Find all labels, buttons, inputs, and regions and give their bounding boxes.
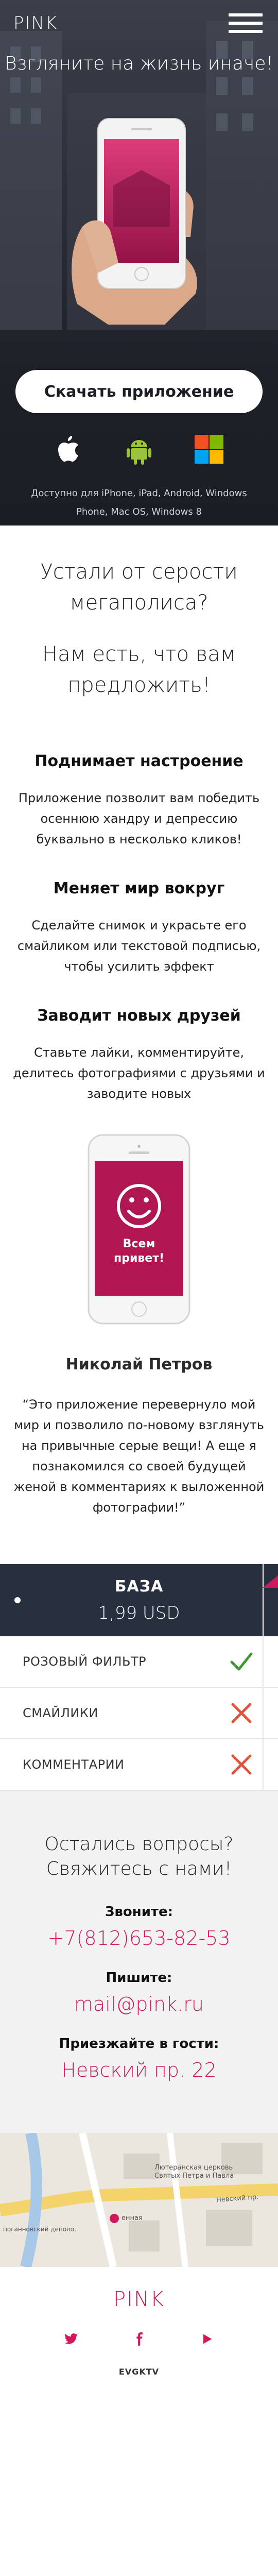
footer-credit[interactable]: EVGKTV — [0, 2367, 278, 2377]
feature-label: СМАЙЛИКИ — [23, 1706, 98, 1720]
hero-title: Взгляните на жизнь иначе! — [5, 53, 273, 74]
map-label-church: Лютеранская церковь Святых Петра и Павла — [154, 2164, 234, 2180]
hero-section: PINK Взгляните на жизнь иначе! Скачать п… — [0, 0, 278, 526]
svg-text:привет!: привет! — [114, 1252, 164, 1265]
facebook-icon[interactable] — [132, 2332, 146, 2346]
contact-phone-link[interactable]: +7(812)653-82-53 — [12, 1927, 266, 1950]
menu-icon[interactable] — [229, 9, 263, 37]
intro-section: Устали от серости мегаполиса? Нам есть, … — [0, 526, 278, 721]
contact-email-link[interactable]: mail@pink.ru — [12, 1993, 266, 2015]
check-icon — [230, 1652, 253, 1671]
youtube-icon[interactable] — [200, 2332, 214, 2346]
feature-label: КОММЕНТАРИИ — [23, 1757, 125, 1772]
twitter-icon[interactable] — [64, 2332, 78, 2346]
feature-title: Меняет мир вокруг — [53, 879, 225, 897]
windows-icon[interactable] — [193, 433, 225, 466]
feature-item: Поднимает настроение Приложение позволит… — [12, 752, 266, 850]
plan-price: 1,99 USD — [98, 1602, 180, 1623]
contact-address-block: Приезжайте в гости: Невский пр. 22 — [12, 2036, 266, 2081]
plan-name: БАЗА — [114, 1577, 164, 1596]
cross-icon — [231, 1754, 252, 1775]
feature-title: Заводит новых друзей — [37, 1007, 241, 1025]
feature-text: Сделайте снимок и украсьте его смайликом… — [17, 918, 261, 974]
contact-email-block: Пишите: mail@pink.ru — [12, 1970, 266, 2015]
slider-dot-icon[interactable] — [14, 1597, 21, 1603]
contact-email-title: Пишите: — [106, 1970, 172, 1986]
phone-mockup: Всем привет! — [0, 1134, 278, 1325]
contacts-section: Остались вопросы? Свяжитесь с нами! Звон… — [0, 1791, 278, 2133]
feature-item: Меняет мир вокруг Сделайте снимок и укра… — [12, 879, 266, 977]
platform-icons — [0, 433, 278, 466]
svg-text:Всем: Всем — [123, 1238, 155, 1250]
apple-icon[interactable] — [53, 433, 85, 466]
features-section: Поднимает настроение Приложение позволит… — [0, 721, 278, 1104]
phone-mockup-image: Всем привет! — [88, 1134, 190, 1325]
map-label-left: поганновский деполо. — [3, 2226, 76, 2233]
contact-address-title: Приезжайте в гости: — [59, 2036, 219, 2052]
feature-item: Заводит новых друзей Ставьте лайки, комм… — [12, 1007, 266, 1104]
social-links — [0, 2332, 278, 2346]
testimonial-author: Николай Петров — [65, 1355, 213, 1374]
contact-phone-block: Звоните: +7(812)653-82-53 — [12, 1904, 266, 1950]
testimonial-section: Николай Петров “Это приложение переверну… — [0, 1355, 278, 1564]
feature-label: РОЗОВЫЙ ФИЛЬТР — [23, 1654, 147, 1669]
phone-in-hand-image — [72, 118, 197, 325]
intro-headline-2: Нам есть, что вам предложить! — [42, 642, 236, 697]
footer: PINK EVGKTV — [0, 2267, 278, 2402]
intro-headline-1: Устали от серости мегаполиса? — [40, 560, 238, 615]
feature-text: Приложение позволит вам победить осеннюю… — [18, 791, 260, 846]
pricing-table: БАЗА 1,99 USD РОЗОВЫЙ ФИЛЬТР СМАЙЛИКИ КО… — [0, 1564, 278, 1791]
android-icon[interactable] — [123, 433, 155, 466]
download-app-button[interactable]: Скачать приложение — [15, 370, 263, 413]
footer-logo[interactable]: PINK — [0, 2287, 278, 2311]
contact-phone-title: Звоните: — [105, 1904, 173, 1920]
top-bar: PINK — [0, 0, 278, 46]
contact-address-link[interactable]: Невский пр. 22 — [12, 2059, 266, 2081]
logo[interactable]: PINK — [13, 13, 58, 33]
next-plan-edge[interactable] — [263, 1564, 278, 1636]
map-label-marker: енная — [121, 2214, 143, 2222]
pricing-row: РОЗОВЫЙ ФИЛЬТР — [0, 1636, 278, 1688]
map-marker-icon — [110, 2214, 119, 2223]
pricing-row: СМАЙЛИКИ — [0, 1688, 278, 1739]
testimonial-quote: “Это приложение перевернуло мой мир и по… — [13, 1397, 265, 1515]
map[interactable]: Лютеранская церковь Святых Петра и Павла… — [0, 2133, 278, 2267]
feature-title: Поднимает настроение — [34, 752, 244, 770]
feature-text: Ставьте лайки, комментируйте, делитесь ф… — [13, 1045, 265, 1101]
contacts-heading: Остались вопросы? Свяжитесь с нами! — [44, 1834, 234, 1879]
pricing-header: БАЗА 1,99 USD — [0, 1564, 278, 1636]
platforms-availability-text: Доступно для iPhone, iPad, Android, Wind… — [31, 488, 247, 517]
cross-icon — [231, 1703, 252, 1723]
pricing-row: КОММЕНТАРИИ — [0, 1739, 278, 1791]
